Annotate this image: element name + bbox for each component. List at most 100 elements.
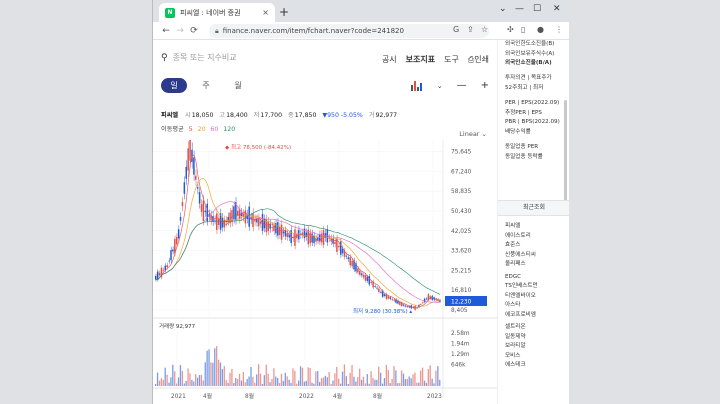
- period-month-button[interactable]: 월: [225, 78, 251, 93]
- volume-bar: [389, 383, 391, 386]
- close-window-icon[interactable]: ✕: [553, 4, 561, 14]
- recent-item[interactable]: EDGC: [505, 273, 538, 283]
- recent-item[interactable]: 일동제약: [505, 333, 538, 343]
- recent-item[interactable]: 에이스토리: [505, 232, 538, 242]
- volume-bar: [265, 364, 267, 386]
- volume-bar: [387, 369, 389, 386]
- recent-item[interactable]: 아스타: [505, 301, 538, 311]
- list-item: 외국인한도소진율(B): [505, 41, 555, 47]
- chevron-down-icon[interactable]: ⌄: [499, 4, 507, 14]
- candle-body: [183, 182, 186, 194]
- ma-60[interactable]: 60: [211, 126, 219, 133]
- minimize-icon[interactable]: —: [515, 4, 524, 14]
- menu-indicators[interactable]: 보조지표: [406, 54, 435, 65]
- google-icon[interactable]: G: [453, 25, 459, 34]
- ma-5[interactable]: 5: [189, 126, 193, 133]
- min-price-label: 최저 9,280 (30.38%) ▴: [353, 307, 412, 315]
- stock-search[interactable]: ⚲ 종목 또는 지수비교: [161, 52, 237, 63]
- candle-body: [256, 219, 258, 223]
- recent-item[interactable]: 에스테크: [505, 361, 538, 371]
- sidepanel-icon[interactable]: ▯: [521, 25, 525, 34]
- recent-views-list: 피씨엘 에이스토리 효준스 신풍에스티씨 올리패스 EDGC TS인베스트먼 티엔엘바이오 아스…: [505, 222, 538, 371]
- volume-bar: [174, 371, 176, 386]
- volume-bar: [404, 379, 407, 386]
- volume-bar: [235, 377, 237, 386]
- recent-item[interactable]: 보라티알: [505, 342, 538, 352]
- volume-bar: [162, 379, 164, 386]
- candle-body: [425, 298, 428, 300]
- volume-bar: [254, 382, 256, 386]
- candle-body: [233, 206, 235, 220]
- period-week-button[interactable]: 주: [193, 78, 219, 93]
- ma-20[interactable]: 20: [198, 126, 206, 133]
- menu-disclosure[interactable]: 공시: [382, 54, 397, 65]
- recent-item[interactable]: 셀트리온: [505, 323, 538, 333]
- recent-item[interactable]: 신풍에스티씨: [505, 251, 538, 261]
- volume-bar: [217, 359, 220, 386]
- volume-bar: [275, 376, 277, 386]
- volume-bar: [233, 383, 235, 386]
- address-bar[interactable]: 🔒︎ finance.naver.com/item/fchart.naver?c…: [209, 24, 489, 38]
- volume-bar: [282, 380, 285, 386]
- x-tick-label: 2022: [299, 394, 314, 400]
- volume-bar: [172, 364, 174, 386]
- menu-tools[interactable]: 도구: [444, 54, 459, 65]
- extensions-icon[interactable]: ✣: [507, 25, 514, 34]
- recent-item[interactable]: 모비스: [505, 352, 538, 362]
- share-icon[interactable]: ⇪: [467, 25, 474, 34]
- recent-item[interactable]: 티엔엘바이오: [505, 292, 538, 302]
- high-value: 18,400: [226, 112, 248, 119]
- zoom-out-icon[interactable]: —: [457, 80, 467, 91]
- volume-bar: [223, 366, 225, 386]
- ma-120[interactable]: 120: [223, 126, 235, 133]
- close-tab-icon[interactable]: ×: [262, 8, 269, 17]
- volume-bar: [267, 373, 269, 386]
- y-tick-label: 75,645: [451, 150, 472, 156]
- volume-bar: [242, 371, 245, 386]
- recent-item[interactable]: 올리패스: [505, 260, 538, 270]
- volume-bar: [183, 383, 185, 386]
- volume-bar: [175, 383, 178, 386]
- low-label: 저: [253, 112, 260, 119]
- volume-bar: [256, 374, 258, 386]
- volume-bar: [412, 374, 414, 386]
- candle-body: [166, 265, 168, 268]
- volume-bar: [433, 383, 435, 386]
- maximize-icon[interactable]: ☐: [533, 4, 541, 14]
- volume-bar: [406, 379, 408, 386]
- volume-bar: [278, 382, 281, 386]
- candle-body: [259, 221, 262, 224]
- moving-average-legend: 이동평균 5 20 60 120: [161, 124, 235, 133]
- search-icon: ⚲: [161, 52, 168, 63]
- reload-icon[interactable]: ⟳: [187, 26, 201, 36]
- volume-bar: [341, 371, 344, 386]
- volume-bar: [378, 366, 380, 386]
- zoom-in-icon[interactable]: +: [481, 80, 489, 91]
- chevron-down-icon[interactable]: ⌄: [437, 82, 443, 90]
- candle-body: [282, 231, 285, 234]
- candlestick-icon[interactable]: [410, 80, 423, 91]
- forward-icon[interactable]: →: [173, 26, 187, 36]
- bookmark-star-icon[interactable]: ☆: [481, 25, 488, 34]
- sidebar-scrollbar[interactable]: [564, 100, 567, 210]
- recent-item[interactable]: 에코프로비엠: [505, 311, 538, 321]
- candle-body: [204, 210, 207, 213]
- candle-body: [414, 305, 416, 310]
- recent-item[interactable]: 피씨엘: [505, 222, 538, 232]
- period-day-button[interactable]: 일: [161, 78, 187, 93]
- new-tab-button[interactable]: +: [279, 5, 289, 19]
- volume-bar: [227, 382, 229, 386]
- menu-dots-icon[interactable]: ⋮: [555, 25, 563, 34]
- recent-item[interactable]: TS인베스트먼: [505, 282, 538, 292]
- candle-body: [217, 218, 220, 226]
- price-chart[interactable]: 75,645 67,240 58,835 50,430 42,025 33,620 25,2…: [153, 140, 497, 404]
- candle-body: [277, 222, 279, 236]
- browser-tab[interactable]: N 피씨엘 : 네이버 증권 ×: [159, 3, 275, 22]
- menu-print[interactable]: ⎙인쇄: [468, 54, 489, 65]
- candle-body: [177, 229, 180, 239]
- recent-item[interactable]: 효준스: [505, 241, 538, 251]
- back-icon[interactable]: ←: [159, 26, 173, 36]
- volume-bar: [351, 365, 353, 386]
- scale-selector[interactable]: Linear ⌄: [459, 130, 487, 138]
- profile-avatar-icon[interactable]: ●: [537, 25, 544, 34]
